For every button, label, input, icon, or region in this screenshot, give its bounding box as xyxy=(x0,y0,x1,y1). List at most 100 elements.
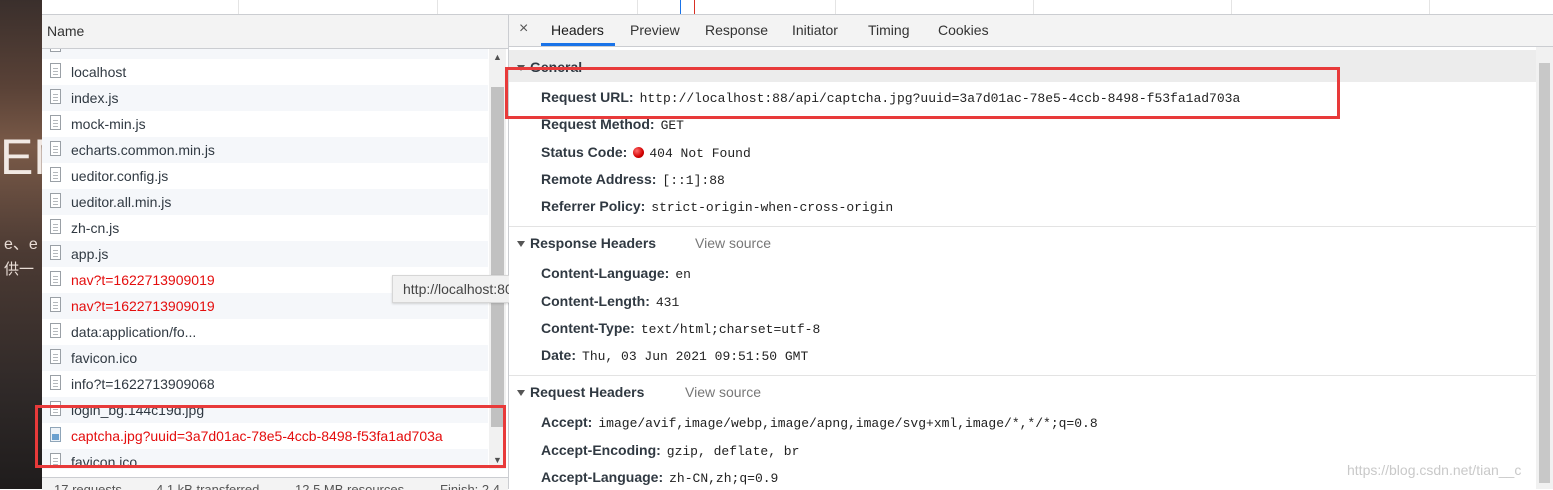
request-summary-bar: 17 requests 4.1 kB transferred 12.5 MB r… xyxy=(42,477,508,490)
collapse-triangle-icon xyxy=(517,241,525,248)
timeline-domcontentloaded-marker xyxy=(680,0,681,14)
request-headers-toggle[interactable]: Request Headers xyxy=(517,384,644,400)
accept-row: Accept: image/avif,image/webp,image/apng,… xyxy=(541,414,1098,431)
request-view-source-link[interactable]: View source xyxy=(685,384,761,400)
response-headers-title: Response Headers xyxy=(530,235,657,251)
response-view-source-link[interactable]: View source xyxy=(695,235,771,251)
header-value[interactable]: [::1]:88 xyxy=(662,173,724,188)
document-file-icon xyxy=(50,297,61,312)
name-column-header[interactable]: Name xyxy=(42,15,508,49)
request-row[interactable]: ueditor.config.js xyxy=(42,163,488,189)
tab-headers[interactable]: Headers xyxy=(551,22,604,38)
content-language-row: Content-Language: en xyxy=(541,265,691,282)
header-key: Accept-Encoding: xyxy=(541,442,661,458)
timeline-gridline xyxy=(238,0,239,14)
timeline-load-marker xyxy=(694,0,695,14)
details-tab-bar: × Headers Preview Response Initiator Tim… xyxy=(509,15,1553,47)
document-file-icon xyxy=(50,349,61,364)
header-key: Referrer Policy: xyxy=(541,198,646,214)
header-value[interactable]: en xyxy=(675,267,691,282)
header-key: Remote Address: xyxy=(541,171,657,187)
timeline-gridline xyxy=(1429,0,1430,14)
tab-cookies[interactable]: Cookies xyxy=(938,22,989,38)
timeline-gridline xyxy=(1231,0,1232,14)
tab-timing[interactable]: Timing xyxy=(868,22,910,38)
active-tab-indicator xyxy=(541,43,615,46)
header-key: Accept-Language: xyxy=(541,469,664,485)
request-name: localhost xyxy=(71,64,127,80)
background-text-fragment: e、e xyxy=(4,236,38,253)
header-value[interactable]: 404 Not Found xyxy=(649,146,750,161)
details-scrollbar-thumb[interactable] xyxy=(1539,63,1550,483)
collapse-triangle-icon xyxy=(517,390,525,397)
document-file-icon xyxy=(50,115,61,130)
network-timeline-overview[interactable] xyxy=(42,0,1553,15)
document-file-icon xyxy=(50,49,61,52)
request-name: echarts.common.min.js xyxy=(71,142,215,158)
request-row[interactable]: info?t=1622713909068 xyxy=(42,371,488,397)
header-key: Status Code: xyxy=(541,144,628,160)
request-headers-title: Request Headers xyxy=(530,384,645,400)
details-scrollbar[interactable] xyxy=(1536,47,1553,489)
request-name: favicon.ico xyxy=(71,350,138,366)
header-value[interactable]: zh-CN,zh;q=0.9 xyxy=(669,471,778,486)
request-name: ueditor.config.js xyxy=(71,168,169,184)
timeline-gridline xyxy=(1033,0,1034,14)
tab-initiator[interactable]: Initiator xyxy=(792,22,838,38)
document-file-icon xyxy=(50,167,61,182)
accept-encoding-row: Accept-Encoding: gzip, deflate, br xyxy=(541,442,799,459)
request-row[interactable] xyxy=(42,49,488,59)
background-text-fragment: 供一 xyxy=(4,261,35,278)
header-value[interactable]: GET xyxy=(661,118,684,133)
header-value[interactable]: 431 xyxy=(656,295,679,310)
watermark: https://blog.csdn.net/tian__c xyxy=(1347,462,1522,478)
document-file-icon xyxy=(50,63,61,78)
request-name: info?t=1622713909068 xyxy=(71,376,215,392)
request-name: app.js xyxy=(71,246,109,262)
request-row[interactable]: echarts.common.min.js xyxy=(42,137,488,163)
scroll-up-arrow-icon[interactable]: ▲ xyxy=(489,49,506,66)
header-key: Content-Language: xyxy=(541,265,670,281)
document-file-icon xyxy=(50,193,61,208)
section-divider xyxy=(509,375,1536,376)
status-code-row: Status Code: 404 Not Found xyxy=(541,144,751,161)
header-key: Content-Type: xyxy=(541,320,635,336)
request-name: nav?t=1622713909019 xyxy=(71,272,215,288)
response-headers-toggle[interactable]: Response Headers xyxy=(517,235,656,251)
timeline-gridline xyxy=(637,0,638,14)
request-row[interactable]: index.js xyxy=(42,85,488,111)
tab-response[interactable]: Response xyxy=(705,22,768,38)
document-file-icon xyxy=(50,89,61,104)
header-key: Date: xyxy=(541,347,577,363)
header-value[interactable]: gzip, deflate, br xyxy=(667,444,800,459)
content-length-row: Content-Length: 431 xyxy=(541,293,679,310)
header-value[interactable]: Thu, 03 Jun 2021 09:51:50 GMT xyxy=(582,349,808,364)
document-file-icon xyxy=(50,245,61,260)
header-value[interactable]: image/avif,image/webp,image/apng,image/s… xyxy=(598,416,1097,431)
header-value[interactable]: text/html;charset=utf-8 xyxy=(641,322,820,337)
request-name: nav?t=1622713909019 xyxy=(71,298,215,314)
request-row[interactable]: mock-min.js xyxy=(42,111,488,137)
request-row[interactable]: zh-cn.js xyxy=(42,215,488,241)
request-row[interactable]: data:application/fo... xyxy=(42,319,488,345)
request-row[interactable]: localhost xyxy=(42,59,488,85)
request-row[interactable]: favicon.ico xyxy=(42,345,488,371)
request-row[interactable]: app.js xyxy=(42,241,488,267)
header-key: Content-Length: xyxy=(541,293,650,309)
request-name: ueditor.all.min.js xyxy=(71,194,172,210)
remote-address-row: Remote Address: [::1]:88 xyxy=(541,171,725,188)
request-name: index.js xyxy=(71,90,119,106)
name-column-label: Name xyxy=(47,23,85,39)
tab-preview[interactable]: Preview xyxy=(630,22,680,38)
request-row[interactable]: ueditor.all.min.js xyxy=(42,189,488,215)
scrollbar-thumb[interactable] xyxy=(491,87,504,427)
section-divider xyxy=(509,226,1536,227)
header-value[interactable]: strict-origin-when-cross-origin xyxy=(651,200,893,215)
referrer-policy-row: Referrer Policy: strict-origin-when-cross… xyxy=(541,198,893,215)
document-file-icon xyxy=(50,375,61,390)
request-url-highlight-box xyxy=(505,67,1340,119)
document-file-icon xyxy=(50,141,61,156)
close-icon[interactable]: × xyxy=(519,20,528,38)
captcha-row-highlight-box xyxy=(35,405,506,468)
timeline-gridline xyxy=(437,0,438,14)
